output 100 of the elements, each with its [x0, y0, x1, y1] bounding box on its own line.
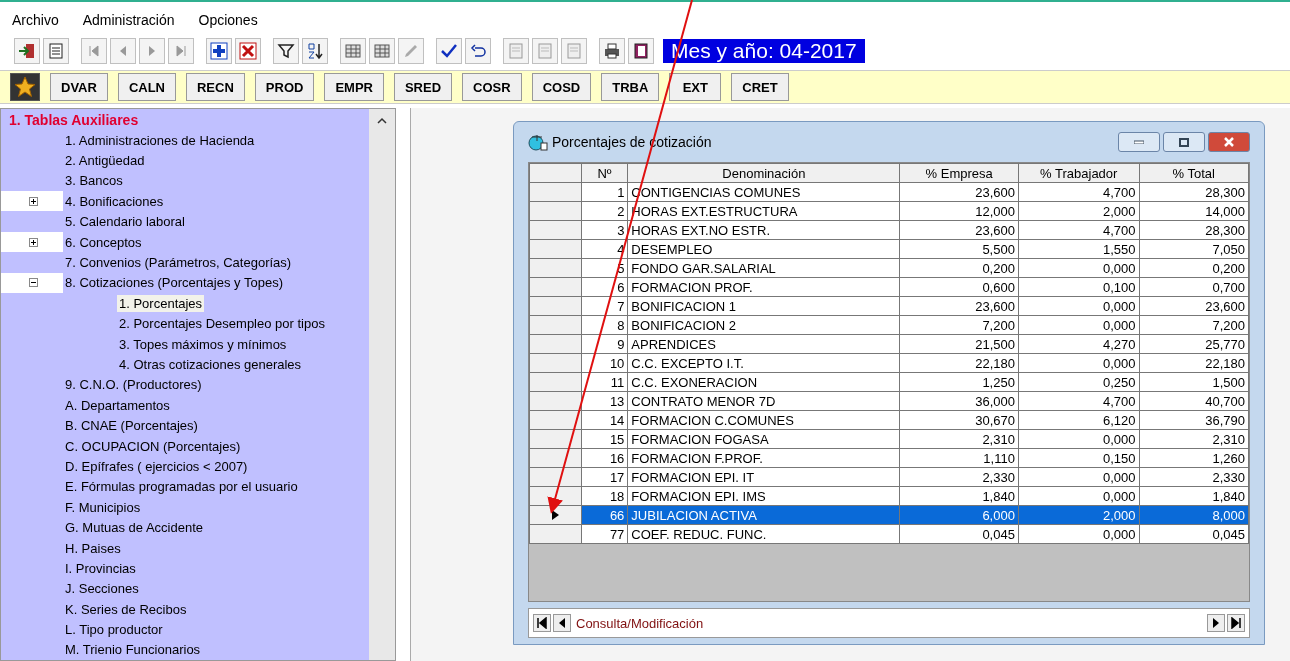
tree-item[interactable]: E. Fórmulas programadas por el usuario: [63, 478, 300, 496]
tree-item[interactable]: I. Provincias: [63, 559, 138, 577]
tree-item[interactable]: A. Departamentos: [63, 396, 172, 414]
menu-item[interactable]: Administración: [80, 12, 177, 28]
previous-record-button[interactable]: [553, 614, 571, 632]
table-cell: 4,700: [1018, 220, 1140, 240]
tree-item[interactable]: L. Tipo productor: [63, 621, 165, 639]
tree-item[interactable]: G. Mutuas de Accidente: [63, 519, 206, 537]
tree-item[interactable]: 3. Bancos: [63, 172, 125, 190]
close-button[interactable]: [1208, 132, 1250, 152]
tree-item[interactable]: 2. Porcentajes Desempleo por tipos: [117, 315, 327, 333]
last-record-icon[interactable]: [168, 38, 194, 64]
undo-icon[interactable]: [465, 38, 491, 64]
menu-item[interactable]: Archivo: [10, 12, 61, 28]
table-cell: HORAS EXT.NO ESTR.: [627, 220, 900, 240]
menu-item[interactable]: Opciones: [196, 12, 260, 28]
shortcut-button[interactable]: SRED: [393, 73, 453, 101]
table-cell: 1,840: [1139, 486, 1249, 506]
tree-item[interactable]: H. Paises: [63, 539, 123, 557]
table-cell: FORMACION PROF.: [627, 277, 900, 297]
minimize-icon: [1134, 140, 1144, 144]
table-cell: FORMACION FOGASA: [627, 429, 900, 449]
table-cell: 0,100: [1018, 277, 1140, 297]
favorites-button[interactable]: [10, 73, 40, 101]
sort-icon[interactable]: [302, 38, 328, 64]
table-cell: 0,000: [1018, 315, 1140, 335]
shortcut-button[interactable]: DVAR: [50, 73, 108, 101]
tree-item[interactable]: 5. Calendario laboral: [63, 213, 187, 231]
shortcut-button[interactable]: RECN: [186, 73, 245, 101]
tree-item[interactable]: D. Epífrafes ( ejercicios < 2007): [63, 457, 250, 475]
tree-item[interactable]: 1. Porcentajes: [117, 294, 205, 312]
tree-item[interactable]: 4. Otras cotizaciones generales: [117, 356, 304, 373]
tree-item[interactable]: 4. Bonificaciones: [63, 192, 166, 210]
shortcut-button[interactable]: EMPR: [324, 73, 384, 101]
table-cell: 40,700: [1139, 391, 1249, 411]
next-record-button[interactable]: [1207, 614, 1225, 632]
book-icon[interactable]: [628, 38, 654, 64]
expand-icon[interactable]: [29, 196, 38, 206]
column-header[interactable]: % Empresa: [899, 163, 1019, 183]
next-record-icon[interactable]: [139, 38, 165, 64]
table-cell: 2,000: [1018, 201, 1140, 221]
previous-record-icon[interactable]: [110, 38, 136, 64]
table-cell: 16: [581, 448, 628, 468]
tree-item[interactable]: J. Secciones: [63, 580, 141, 598]
table-cell: 7,200: [1139, 315, 1249, 335]
shortcut-button[interactable]: CRET: [731, 73, 789, 101]
table-cell: 0,000: [1018, 353, 1140, 373]
table-cell: 5,500: [899, 239, 1019, 259]
tree-item[interactable]: K. Series de Recibos: [63, 600, 189, 618]
scrollbar[interactable]: [369, 109, 395, 660]
exit-door-icon[interactable]: [14, 38, 40, 64]
scroll-up-icon[interactable]: [377, 117, 387, 124]
tree-item[interactable]: M. Trienio Funcionarios: [63, 641, 203, 659]
printer-icon[interactable]: [599, 38, 625, 64]
tree-item[interactable]: C. OCUPACION (Porcentajes): [63, 437, 243, 455]
shortcut-button[interactable]: COSD: [531, 73, 592, 101]
tree-item[interactable]: 8. Cotizaciones (Porcentajes y Topes): [63, 274, 285, 292]
collapse-icon[interactable]: [29, 278, 38, 288]
tree-item[interactable]: B. CNAE (Porcentajes): [63, 417, 200, 435]
table-cell: 23,600: [899, 296, 1019, 316]
shortcut-button[interactable]: COSR: [462, 73, 522, 101]
filter-icon[interactable]: [273, 38, 299, 64]
tree-item[interactable]: 3. Topes máximos y mínimos: [117, 335, 289, 353]
column-header[interactable]: % Total: [1139, 163, 1249, 183]
column-header[interactable]: Nº: [581, 163, 628, 183]
checkmark-icon[interactable]: [436, 38, 462, 64]
table-cell: CONTRATO MENOR 7D: [627, 391, 900, 411]
tree-item[interactable]: 2. Antigüedad: [63, 152, 147, 170]
table-cell: FONDO GAR.SALARIAL: [627, 258, 900, 278]
add-record-icon[interactable]: [206, 38, 232, 64]
document-icon[interactable]: [43, 38, 69, 64]
delete-record-icon[interactable]: [235, 38, 261, 64]
shortcut-button[interactable]: PROD: [254, 73, 315, 101]
column-header[interactable]: % Trabajador: [1018, 163, 1140, 183]
tree-item[interactable]: 9. C.N.O. (Productores): [63, 376, 204, 394]
shortcut-button[interactable]: CALN: [117, 73, 176, 101]
table-cell: FORMACION EPI. IT: [627, 467, 900, 487]
first-record-icon[interactable]: [81, 38, 107, 64]
shortcut-button[interactable]: EXT: [669, 73, 722, 101]
tree-item[interactable]: F. Municipios: [63, 498, 143, 516]
table-cell: 1,500: [1139, 372, 1249, 392]
tree-item[interactable]: 7. Convenios (Parámetros, Categorías): [63, 254, 294, 272]
column-header[interactable]: Denominación: [627, 163, 900, 183]
table-cell: 0,700: [1139, 277, 1249, 297]
table-cell: 8: [581, 315, 628, 335]
tree-item[interactable]: 6. Conceptos: [63, 233, 144, 251]
shortcut-button[interactable]: TRBA: [601, 73, 660, 101]
maximize-button[interactable]: [1163, 132, 1205, 152]
table-cell: 0,200: [1139, 258, 1249, 278]
grid-icon[interactable]: [340, 38, 366, 64]
table-cell: 0,200: [899, 258, 1019, 278]
table-cell: COEF. REDUC. FUNC.: [627, 524, 900, 544]
table-cell: 23,600: [1139, 296, 1249, 316]
last-record-button[interactable]: [1227, 614, 1245, 632]
tree-item[interactable]: 1. Administraciones de Hacienda: [63, 131, 257, 149]
table-icon[interactable]: [369, 38, 395, 64]
expand-icon[interactable]: [29, 237, 38, 247]
first-record-button[interactable]: [533, 614, 551, 632]
table-cell: 30,670: [899, 410, 1019, 430]
table-cell: 21,500: [899, 334, 1019, 354]
